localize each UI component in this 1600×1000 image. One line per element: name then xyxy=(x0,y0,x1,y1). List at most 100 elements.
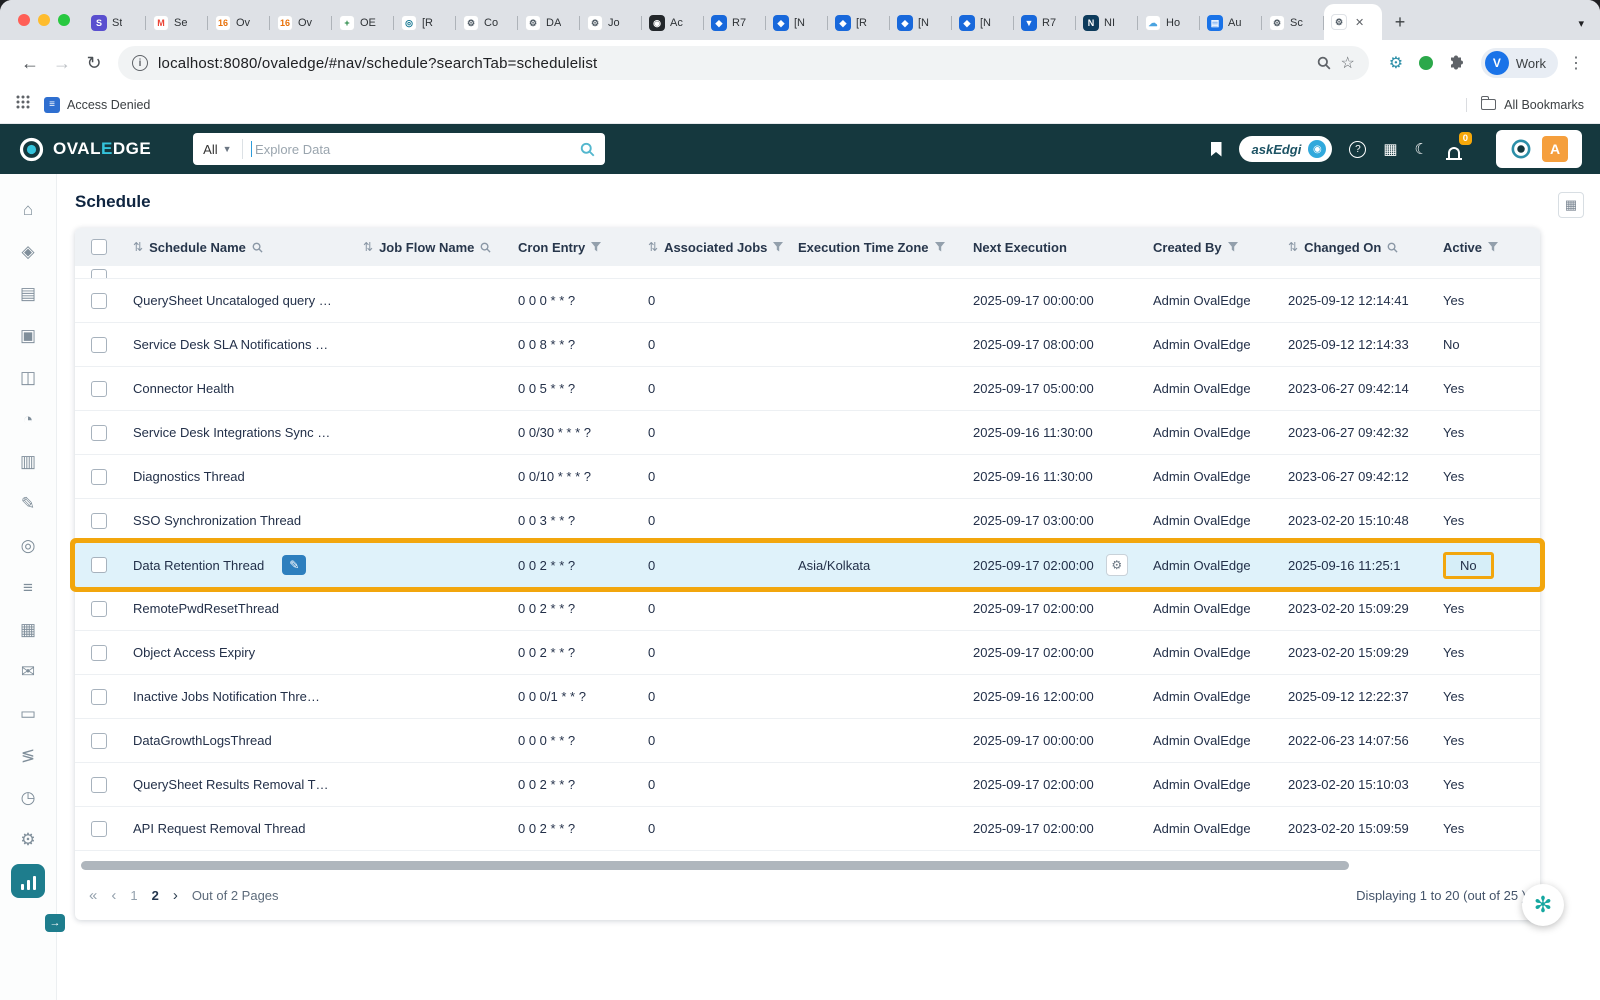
browser-tab[interactable]: ☁Ho xyxy=(1138,6,1200,40)
browser-tab[interactable]: ◆R7 xyxy=(704,6,766,40)
url-text[interactable]: localhost:8080/ovaledge/#nav/schedule?se… xyxy=(158,55,1307,72)
edit-icon[interactable]: ✎ xyxy=(282,555,306,575)
page-number-2[interactable]: 2 xyxy=(152,888,159,903)
table-row[interactable]: SSO Synchronization Thread0 0 3 * * ?020… xyxy=(75,499,1540,543)
close-window-button[interactable] xyxy=(18,14,30,26)
next-page-button[interactable]: › xyxy=(173,887,178,904)
sidebar-item-projects[interactable]: ▭ xyxy=(0,692,56,734)
sort-icon[interactable]: ⇅ xyxy=(648,240,658,254)
browser-tab[interactable]: ⚙DA xyxy=(518,6,580,40)
sidebar-item-home[interactable]: ⌂ xyxy=(0,188,56,230)
new-tab-button[interactable]: + xyxy=(1386,8,1414,36)
sidebar-expand-arrow[interactable]: → xyxy=(45,914,65,932)
browser-menu-icon[interactable]: ⋮ xyxy=(1566,53,1586,73)
column-header-changed[interactable]: ⇅Changed On xyxy=(1278,240,1433,255)
column-header-jobs[interactable]: ⇅Associated Jobs xyxy=(638,240,788,255)
row-checkbox[interactable] xyxy=(91,469,107,485)
table-row[interactable]: Data Retention Thread✎0 0 2 * * ?0Asia/K… xyxy=(75,543,1540,587)
row-checkbox[interactable] xyxy=(91,777,107,793)
search-input[interactable]: Explore Data xyxy=(252,142,580,157)
sidebar-item-data-quality[interactable]: ✎ xyxy=(0,482,56,524)
row-checkbox[interactable] xyxy=(91,821,107,837)
settings-gear-icon[interactable]: ⚙ xyxy=(1106,554,1128,576)
scrollbar-thumb[interactable] xyxy=(81,861,1349,870)
browser-tab[interactable]: ▼R7 xyxy=(1014,6,1076,40)
chatgpt-fab[interactable]: ✻ xyxy=(1522,884,1564,926)
sort-icon[interactable]: ⇅ xyxy=(1288,240,1298,254)
zoom-icon[interactable] xyxy=(1317,56,1331,70)
dark-mode-moon-icon[interactable]: ☾ xyxy=(1415,142,1428,157)
account-menu[interactable]: A xyxy=(1496,130,1582,168)
horizontal-scrollbar[interactable] xyxy=(79,859,1536,873)
column-header-name[interactable]: ⇅Schedule Name xyxy=(123,240,353,255)
browser-tab[interactable]: ◆[N xyxy=(766,6,828,40)
apps-grid-icon[interactable] xyxy=(16,95,30,114)
search-scope-dropdown[interactable]: All▼ xyxy=(193,142,241,157)
sidebar-item-collaboration[interactable]: ✉ xyxy=(0,650,56,692)
sidebar-item-tools[interactable]: ⚙ xyxy=(0,818,56,860)
filter-icon[interactable] xyxy=(773,242,783,252)
column-header-active[interactable]: Active xyxy=(1433,240,1518,255)
browser-tab-active[interactable]: ⚙✕ xyxy=(1324,4,1382,40)
search-icon[interactable] xyxy=(580,142,605,157)
extension-green-icon[interactable] xyxy=(1411,56,1441,70)
notifications-button[interactable]: 0 xyxy=(1445,140,1463,158)
row-checkbox[interactable] xyxy=(91,381,107,397)
row-checkbox[interactable] xyxy=(91,513,107,529)
column-header-next[interactable]: Next Execution xyxy=(963,240,1143,255)
sidebar-item-query-sheet[interactable]: ≶ xyxy=(0,734,56,776)
browser-tab[interactable]: NNI xyxy=(1076,6,1138,40)
row-checkbox[interactable] xyxy=(91,293,107,309)
page-number-1[interactable]: 1 xyxy=(130,888,137,903)
search-icon[interactable] xyxy=(1387,242,1398,253)
filter-icon[interactable] xyxy=(935,242,945,252)
bookmark-access-denied[interactable]: ≡ Access Denied xyxy=(44,97,150,113)
table-row[interactable]: Object Access Expiry0 0 2 * * ?02025-09-… xyxy=(75,631,1540,675)
layout-grid-icon[interactable]: ▦ xyxy=(1558,192,1584,218)
column-header-jobflow[interactable]: ⇅Job Flow Name xyxy=(353,240,508,255)
tab-close-icon[interactable]: ✕ xyxy=(1355,16,1364,29)
browser-tab[interactable]: ▤Au xyxy=(1200,6,1262,40)
sidebar-item-tags[interactable]: ◈ xyxy=(0,230,56,272)
filter-icon[interactable] xyxy=(1228,242,1238,252)
sidebar-item-catalog[interactable]: ▤ xyxy=(0,272,56,314)
bookmark-star-icon[interactable]: ☆ xyxy=(1341,53,1355,73)
table-row[interactable]: API Request Removal Thread0 0 2 * * ?020… xyxy=(75,807,1540,851)
feedback-card-icon[interactable]: ▦ xyxy=(1383,142,1397,157)
bookmark-ribbon-icon[interactable] xyxy=(1211,142,1222,157)
site-info-icon[interactable]: i xyxy=(132,55,148,71)
address-bar[interactable]: i localhost:8080/ovaledge/#nav/schedule?… xyxy=(118,46,1369,80)
sidebar-item-governance[interactable]: ◎ xyxy=(0,524,56,566)
ovaledge-logo[interactable]: OVALEDGE xyxy=(18,136,151,163)
reload-button[interactable]: ↻ xyxy=(78,47,110,79)
sort-icon[interactable]: ⇅ xyxy=(363,240,373,254)
table-row[interactable]: QuerySheet Uncataloged query …0 0 0 * * … xyxy=(75,279,1540,323)
column-header-cron[interactable]: Cron Entry xyxy=(508,240,638,255)
browser-tab[interactable]: ◎[R xyxy=(394,6,456,40)
table-row[interactable]: Inactive Jobs Notification Thre…0 0 0/1 … xyxy=(75,675,1540,719)
help-icon[interactable]: ? xyxy=(1349,141,1366,158)
sidebar-item-reports[interactable]: ▥ xyxy=(0,440,56,482)
ask-edgi-button[interactable]: askEdgi ◉ xyxy=(1239,136,1333,162)
prev-page-button[interactable]: ‹ xyxy=(111,887,116,904)
sort-icon[interactable]: ⇅ xyxy=(133,240,143,254)
row-checkbox[interactable] xyxy=(91,689,107,705)
extensions-puzzle-icon[interactable] xyxy=(1441,55,1471,71)
filter-icon[interactable] xyxy=(1488,242,1498,252)
all-bookmarks[interactable]: All Bookmarks xyxy=(1466,98,1584,112)
extension-gear-icon[interactable]: ⚙ xyxy=(1381,53,1411,73)
row-checkbox[interactable] xyxy=(91,425,107,441)
forward-button[interactable]: → xyxy=(46,47,78,79)
browser-tab[interactable]: ◉Ac xyxy=(642,6,704,40)
zoom-window-button[interactable] xyxy=(58,14,70,26)
table-row[interactable]: QuerySheet Results Removal T…0 0 2 * * ?… xyxy=(75,763,1540,807)
browser-tab[interactable]: ⚙Co xyxy=(456,6,518,40)
filter-icon[interactable] xyxy=(591,242,601,252)
table-row[interactable]: Connector Health0 0 5 * * ?02025-09-17 0… xyxy=(75,367,1540,411)
browser-tab[interactable]: SSt xyxy=(84,6,146,40)
table-row[interactable]: Service Desk Integrations Sync …0 0/30 *… xyxy=(75,411,1540,455)
sidebar-item-glossary-book[interactable]: ▦ xyxy=(0,608,56,650)
browser-tab[interactable]: ◆[N xyxy=(952,6,1014,40)
row-checkbox[interactable] xyxy=(91,337,107,353)
column-header-created[interactable]: Created By xyxy=(1143,240,1278,255)
